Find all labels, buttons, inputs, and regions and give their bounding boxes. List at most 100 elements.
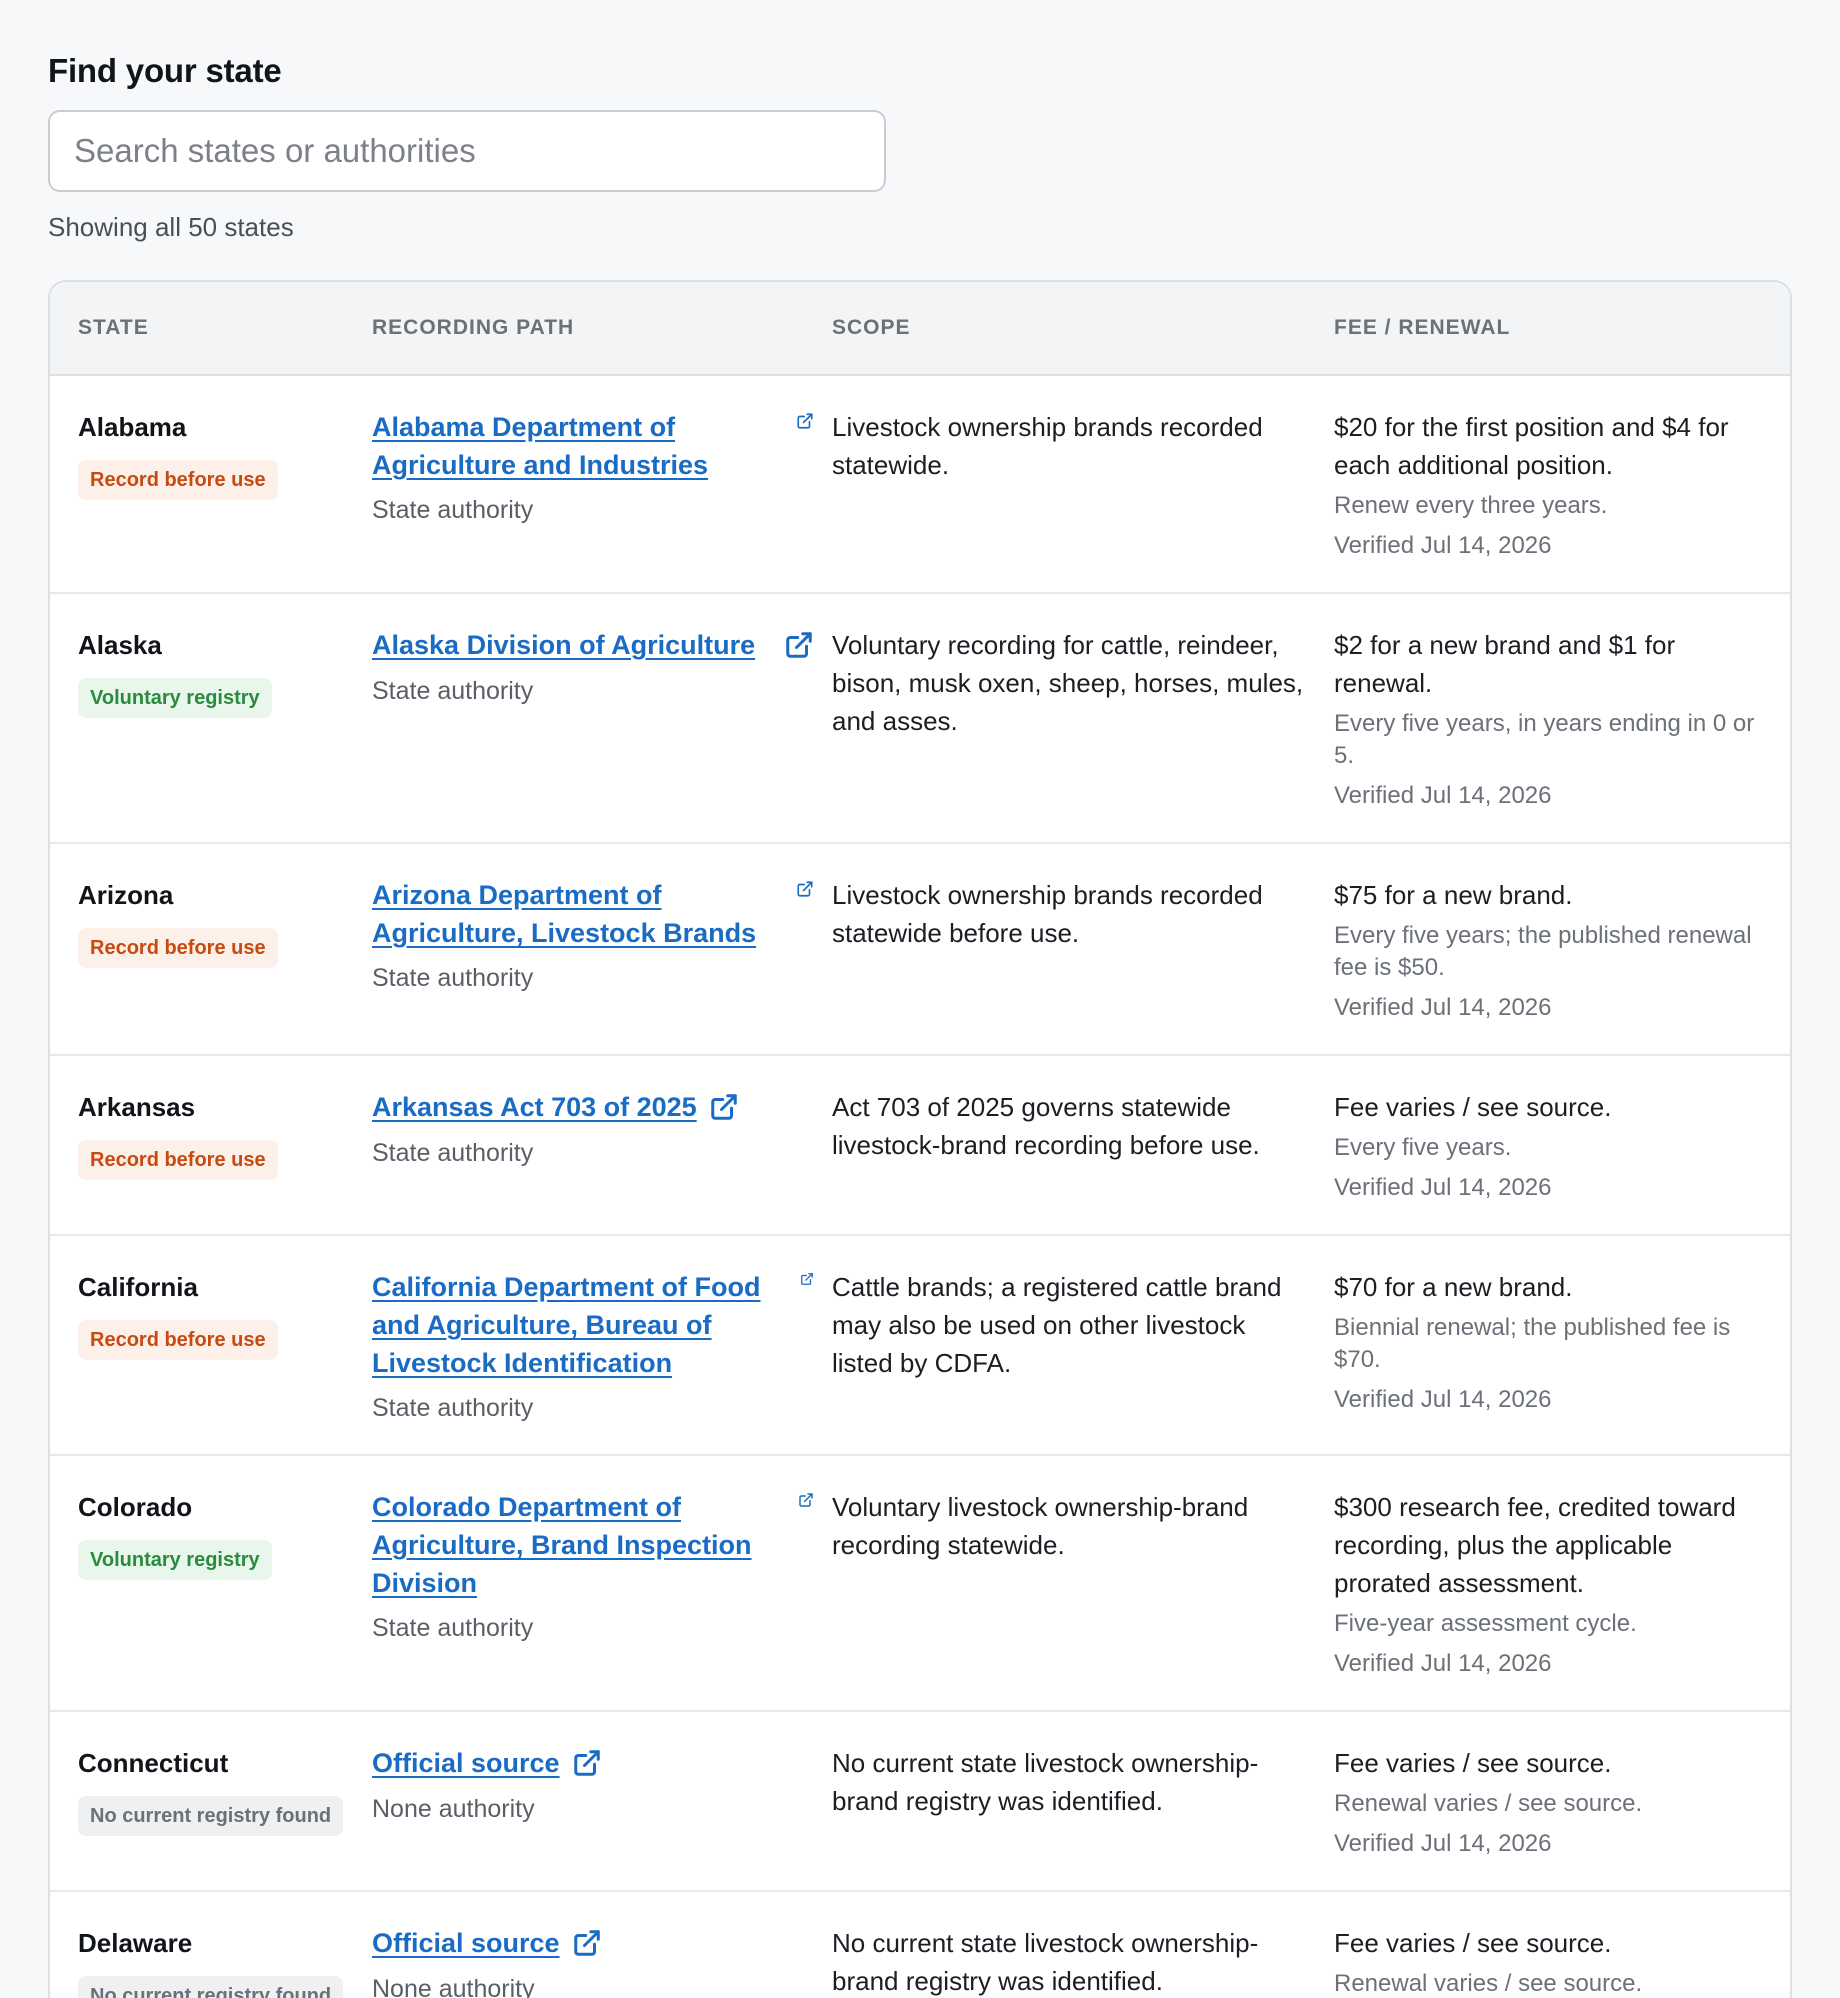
external-link-icon[interactable] xyxy=(796,412,814,435)
fee-renewal-cell: $70 for a new brand. Biennial renewal; th… xyxy=(1334,1236,1790,1454)
state-name: Alabama xyxy=(78,412,187,442)
search-input[interactable] xyxy=(48,110,886,192)
external-link-icon[interactable] xyxy=(572,1748,602,1783)
recording-path-link[interactable]: Official source xyxy=(372,1744,560,1782)
authority-type: State authority xyxy=(372,496,534,524)
renewal-text: Five-year assessment cycle. xyxy=(1334,1610,1637,1637)
state-cell: Alaska Voluntary registry xyxy=(50,594,372,842)
renewal-text: Biennial renewal; the published fee is $… xyxy=(1334,1314,1731,1373)
recording-path-link[interactable]: Alaska Division of Agriculture xyxy=(372,626,755,664)
authority-type: None authority xyxy=(372,1975,535,1998)
table-row: California Record before use California De… xyxy=(50,1236,1790,1456)
scope-cell: Livestock ownership brands recorded stat… xyxy=(832,844,1334,1054)
scope-cell: Voluntary livestock ownership-brand reco… xyxy=(832,1456,1334,1710)
recording-path-cell: Arizona Department of Agriculture, Lives… xyxy=(372,844,832,1054)
scope-text: Voluntary recording for cattle, reindeer… xyxy=(832,630,1304,736)
authority-type: None authority xyxy=(372,1795,535,1823)
state-cell: California Record before use xyxy=(50,1236,372,1454)
scope-cell: Voluntary recording for cattle, reindeer… xyxy=(832,594,1334,842)
renewal-text: Every five years, in years ending in 0 o… xyxy=(1334,710,1755,769)
recording-path-cell: Arkansas Act 703 of 2025 State authority xyxy=(372,1056,832,1234)
recording-path-cell: Alaska Division of Agriculture State auth… xyxy=(372,594,832,842)
fee-text: $20 for the first position and $4 for ea… xyxy=(1334,412,1729,480)
recording-path-link[interactable]: Arizona Department of Agriculture, Lives… xyxy=(372,876,784,952)
external-link-icon[interactable] xyxy=(800,1272,814,1291)
external-link-icon[interactable] xyxy=(798,1492,814,1513)
recording-path-line: Colorado Department of Agriculture, Bran… xyxy=(372,1488,814,1602)
fee-renewal-cell: $75 for a new brand. Every five years; th… xyxy=(1334,844,1790,1054)
scope-text: Livestock ownership brands recorded stat… xyxy=(832,412,1263,480)
fee-text: Fee varies / see source. xyxy=(1334,1928,1612,1958)
recording-path-link[interactable]: Colorado Department of Agriculture, Bran… xyxy=(372,1488,786,1602)
state-cell: Delaware No current registry found xyxy=(50,1892,372,1998)
status-badge: No current registry found xyxy=(78,1796,344,1836)
recording-path-line: Official source xyxy=(372,1924,814,1963)
verified-date: Verified Jul 14, 2026 xyxy=(1334,1650,1552,1677)
verified-date: Verified Jul 14, 2026 xyxy=(1334,532,1552,559)
status-badge: Voluntary registry xyxy=(78,678,272,718)
recording-path-link[interactable]: California Department of Food and Agricu… xyxy=(372,1268,788,1382)
verified-date: Verified Jul 14, 2026 xyxy=(1334,782,1552,809)
recording-path-cell: Alabama Department of Agriculture and In… xyxy=(372,376,832,592)
fee-text: $75 for a new brand. xyxy=(1334,880,1573,910)
status-badge: Record before use xyxy=(78,1140,278,1180)
renewal-text: Renewal varies / see source. xyxy=(1334,1790,1643,1817)
table-header: STATE RECORDING PATH SCOPE FEE / RENEWAL xyxy=(50,282,1790,376)
state-name: Colorado xyxy=(78,1492,193,1522)
status-badge: Record before use xyxy=(78,460,278,500)
verified-date: Verified Jul 14, 2026 xyxy=(1334,1174,1552,1201)
recording-path-cell: Colorado Department of Agriculture, Bran… xyxy=(372,1456,832,1710)
state-cell: Colorado Voluntary registry xyxy=(50,1456,372,1710)
scope-cell: Act 703 of 2025 governs statewide livest… xyxy=(832,1056,1334,1234)
scope-text: No current state livestock ownership-bra… xyxy=(832,1748,1259,1816)
table-row: Arkansas Record before use Arkansas Act 70… xyxy=(50,1056,1790,1236)
external-link-icon[interactable] xyxy=(709,1092,739,1127)
fee-renewal-cell: $300 research fee, credited toward recor… xyxy=(1334,1456,1790,1710)
state-name: Delaware xyxy=(78,1928,193,1958)
scope-text: Cattle brands; a registered cattle brand… xyxy=(832,1272,1282,1378)
verified-date: Verified Jul 14, 2026 xyxy=(1334,1830,1552,1857)
state-cell: Connecticut No current registry found xyxy=(50,1712,372,1890)
table-row: Colorado Voluntary registry Colorado Depar… xyxy=(50,1456,1790,1712)
column-header-state: STATE xyxy=(78,316,149,339)
recording-path-link[interactable]: Arkansas Act 703 of 2025 xyxy=(372,1088,697,1126)
state-cell: Alabama Record before use xyxy=(50,376,372,592)
scope-cell: Cattle brands; a registered cattle brand… xyxy=(832,1236,1334,1454)
recording-path-link[interactable]: Official source xyxy=(372,1924,560,1962)
table-row: Alaska Voluntary registry Alaska Division … xyxy=(50,594,1790,844)
recording-path-line: Arkansas Act 703 of 2025 xyxy=(372,1088,814,1127)
fee-text: Fee varies / see source. xyxy=(1334,1092,1612,1122)
recording-path-line: Official source xyxy=(372,1744,814,1783)
external-link-icon[interactable] xyxy=(572,1928,602,1963)
fee-renewal-cell: $20 for the first position and $4 for ea… xyxy=(1334,376,1790,592)
fee-renewal-cell: Fee varies / see source. Renewal varies /… xyxy=(1334,1892,1790,1998)
verified-date: Verified Jul 14, 2026 xyxy=(1334,994,1552,1021)
external-link-icon[interactable] xyxy=(784,630,814,665)
verified-date: Verified Jul 14, 2026 xyxy=(1334,1386,1552,1413)
column-header-fee-renewal: FEE / RENEWAL xyxy=(1334,316,1511,339)
table-row: Connecticut No current registry found Offi… xyxy=(50,1712,1790,1892)
scope-text: Voluntary livestock ownership-brand reco… xyxy=(832,1492,1249,1560)
renewal-text: Renew every three years. xyxy=(1334,492,1608,519)
recording-path-link[interactable]: Alabama Department of Agriculture and In… xyxy=(372,408,784,484)
renewal-text: Every five years; the published renewal … xyxy=(1334,922,1752,981)
state-name: Connecticut xyxy=(78,1748,229,1778)
fee-text: $300 research fee, credited toward recor… xyxy=(1334,1492,1736,1598)
result-count: Showing all 50 states xyxy=(48,212,294,242)
recording-path-line: Alaska Division of Agriculture xyxy=(372,626,814,665)
recording-path-cell: Official source None authority xyxy=(372,1712,832,1890)
authority-type: State authority xyxy=(372,1139,534,1167)
state-cell: Arkansas Record before use xyxy=(50,1056,372,1234)
page: Find your state Showing all 50 states ST… xyxy=(0,0,1840,1998)
fee-renewal-cell: Fee varies / see source. Every five years… xyxy=(1334,1056,1790,1234)
scope-text: Livestock ownership brands recorded stat… xyxy=(832,880,1263,948)
fee-renewal-cell: $2 for a new brand and $1 for renewal. Ev… xyxy=(1334,594,1790,842)
scope-text: Act 703 of 2025 governs statewide livest… xyxy=(832,1092,1260,1160)
fee-renewal-cell: Fee varies / see source. Renewal varies /… xyxy=(1334,1712,1790,1890)
recording-path-cell: Official source None authority xyxy=(372,1892,832,1998)
status-badge: Voluntary registry xyxy=(78,1540,272,1580)
authority-type: State authority xyxy=(372,964,534,992)
recording-path-line: Alabama Department of Agriculture and In… xyxy=(372,408,814,484)
external-link-icon[interactable] xyxy=(796,880,814,903)
table-row: Arizona Record before use Arizona Departme… xyxy=(50,844,1790,1056)
